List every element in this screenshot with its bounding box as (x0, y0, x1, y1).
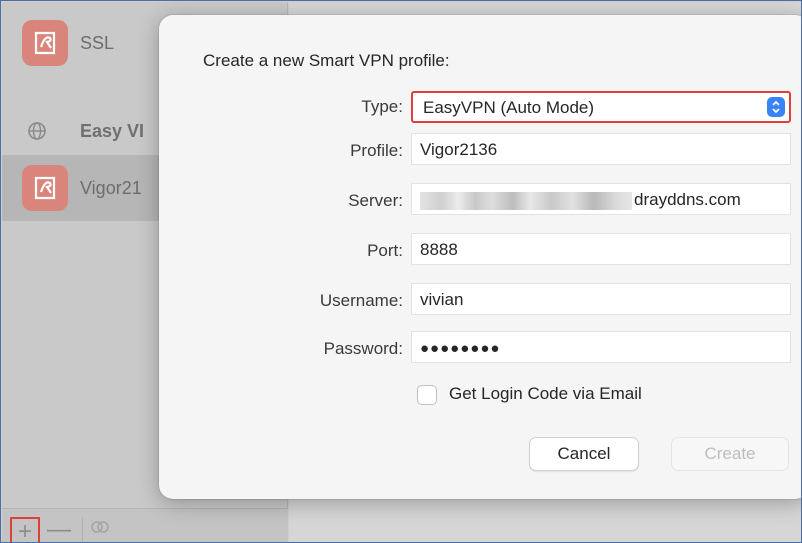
sidebar-item-label: SSL (80, 32, 115, 53)
ssl-profile-icon (22, 165, 68, 211)
plus-icon[interactable]: + (10, 517, 40, 542)
sidebar-item-label: Easy VI (80, 120, 145, 141)
password-field[interactable]: ●●●●●●●● (411, 331, 791, 363)
port-label: Port: (367, 241, 403, 260)
email-login-checkbox-label[interactable]: Get Login Code via Email (449, 384, 642, 404)
sidebar-toolbar: + — (2, 508, 288, 543)
chevron-up-down-icon (767, 97, 785, 117)
profile-label: Profile: (350, 141, 403, 160)
create-button[interactable]: Create (671, 437, 789, 471)
sidebar-item-label: Vigor21 (80, 177, 142, 198)
port-field[interactable]: 8888 (411, 233, 791, 265)
type-label: Type: (361, 97, 403, 116)
email-login-checkbox[interactable] (417, 385, 437, 405)
globe-icon (28, 122, 46, 140)
type-value: EasyVPN (Auto Mode) (423, 98, 595, 117)
app-window: SSL Easy VI Vigor21 + — Create a new Sma… (0, 0, 802, 543)
profile-field[interactable]: Vigor2136 (411, 133, 791, 165)
minus-icon[interactable]: — (46, 517, 72, 543)
create-profile-dialog: Create a new Smart VPN profile: Type: Ea… (159, 15, 801, 499)
type-select[interactable]: EasyVPN (Auto Mode) (411, 91, 791, 123)
server-label: Server: (348, 191, 403, 210)
ssl-profile-icon (22, 20, 68, 66)
link-icon[interactable] (82, 517, 116, 542)
dialog-title: Create a new Smart VPN profile: (203, 51, 450, 70)
server-field[interactable]: drayddns.com (411, 183, 791, 215)
redacted-hostname (420, 191, 632, 210)
server-value: drayddns.com (634, 190, 741, 209)
password-label: Password: (323, 339, 403, 358)
cancel-button[interactable]: Cancel (529, 437, 639, 471)
username-label: Username: (319, 291, 403, 310)
username-field[interactable]: vivian (411, 283, 791, 315)
